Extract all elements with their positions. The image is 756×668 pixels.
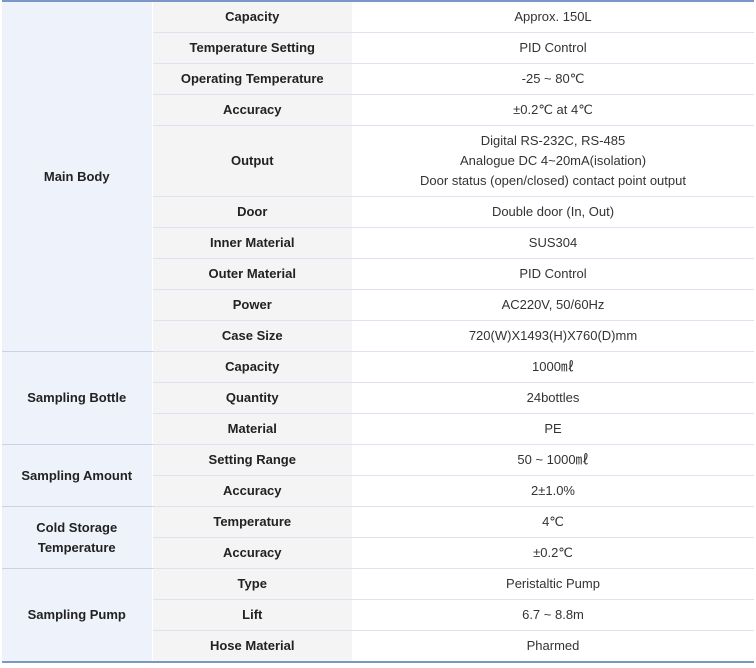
spec-value: 1000㎖ xyxy=(352,351,754,383)
spec-value: PID Control xyxy=(352,32,754,64)
spec-value: PID Control xyxy=(352,258,754,290)
spec-value-line: 1000㎖ xyxy=(532,359,574,374)
spec-value-line: Pharmed xyxy=(526,638,580,653)
group-label: Cold Storage Temperature xyxy=(2,506,153,569)
spec-label: Material xyxy=(152,413,352,445)
spec-value-line: PID Control xyxy=(519,266,587,281)
spec-value: AC220V, 50/60Hz xyxy=(352,289,754,321)
spec-table-body: Main Body Capacity Approx. 150L Temperature… xyxy=(2,1,754,663)
spec-label: Hose Material xyxy=(152,630,352,663)
spec-value: 720(W)X1493(H)X760(D)mm xyxy=(352,320,754,352)
table-row: Sampling Amount Setting Range 50 ~ 1000㎖ xyxy=(2,444,754,507)
table-row: Sampling Bottle Capacity 1000㎖ xyxy=(2,351,754,445)
spec-label: Lift xyxy=(152,599,352,631)
spec-value-line: SUS304 xyxy=(528,235,578,250)
spec-value: 6.7 ~ 8.8m xyxy=(352,599,754,631)
spec-value: Double door (In, Out) xyxy=(352,196,754,228)
spec-value-line: 50 ~ 1000㎖ xyxy=(517,452,589,467)
spec-value: Peristaltic Pump xyxy=(352,568,754,600)
spec-value: PE xyxy=(352,413,754,445)
spec-label: Accuracy xyxy=(152,94,352,126)
spec-value-line: ±0.2℃ at 4℃ xyxy=(513,102,593,117)
group-label: Sampling Bottle xyxy=(2,351,153,445)
spec-label: Accuracy xyxy=(152,537,352,569)
spec-value-line: Analogue DC 4~20mA(isolation) xyxy=(459,153,647,168)
spec-label: Type xyxy=(152,568,352,600)
spec-label: Inner Material xyxy=(152,227,352,259)
spec-value-line: AC220V, 50/60Hz xyxy=(501,297,605,312)
spec-value-line: ±0.2℃ xyxy=(533,545,573,560)
spec-value: ±0.2℃ xyxy=(352,537,754,569)
spec-value: Pharmed xyxy=(352,630,754,663)
spec-value-line: 24bottles xyxy=(526,390,580,405)
spec-label: Capacity xyxy=(152,1,352,33)
spec-value-line: 2±1.0% xyxy=(531,483,575,498)
spec-label: Quantity xyxy=(152,382,352,414)
table-row: Sampling Pump Type Peristaltic Pump xyxy=(2,568,754,663)
spec-value: 50 ~ 1000㎖ xyxy=(352,444,754,476)
spec-value-line: Door status (open/closed) contact point … xyxy=(420,173,686,188)
spec-table: Main Body Capacity Approx. 150L Temperature… xyxy=(2,0,754,663)
spec-label: Door xyxy=(152,196,352,228)
spec-value: -25 ~ 80℃ xyxy=(352,63,754,95)
spec-value: SUS304 xyxy=(352,227,754,259)
spec-value-line: Digital RS-232C, RS-485 xyxy=(480,133,626,148)
spec-value: 24bottles xyxy=(352,382,754,414)
spec-value: Approx. 150L xyxy=(352,1,754,33)
spec-value: 4℃ xyxy=(352,506,754,538)
spec-value-line: Approx. 150L xyxy=(514,9,592,24)
spec-value-line: 720(W)X1493(H)X760(D)mm xyxy=(468,328,638,343)
spec-value-line: 6.7 ~ 8.8m xyxy=(522,607,584,622)
spec-label: Power xyxy=(152,289,352,321)
spec-label: Accuracy xyxy=(152,475,352,507)
group-label: Sampling Amount xyxy=(2,444,153,507)
spec-label: Outer Material xyxy=(152,258,352,290)
table-row: Main Body Capacity Approx. 150L xyxy=(2,1,754,352)
spec-label: Operating Temperature xyxy=(152,63,352,95)
group-label: Main Body xyxy=(2,1,153,352)
spec-value: Digital RS-232C, RS-485 Analogue DC 4~20m… xyxy=(352,125,754,197)
spec-label: Temperature xyxy=(152,506,352,538)
spec-label: Case Size xyxy=(152,320,352,352)
group-label: Sampling Pump xyxy=(2,568,153,663)
spec-value-line: -25 ~ 80℃ xyxy=(521,71,585,86)
spec-value-line: PID Control xyxy=(519,40,587,55)
spec-label: Output xyxy=(152,125,352,197)
spec-label: Capacity xyxy=(152,351,352,383)
spec-value-line: 4℃ xyxy=(542,514,564,529)
spec-value-line: Peristaltic Pump xyxy=(506,576,600,591)
spec-label: Setting Range xyxy=(152,444,352,476)
spec-value: ±0.2℃ at 4℃ xyxy=(352,94,754,126)
table-row: Cold Storage Temperature Temperature 4℃ xyxy=(2,506,754,569)
spec-label: Temperature Setting xyxy=(152,32,352,64)
spec-value: 2±1.0% xyxy=(352,475,754,507)
spec-value-line: Double door (In, Out) xyxy=(491,204,615,219)
spec-value-line: PE xyxy=(544,421,562,436)
